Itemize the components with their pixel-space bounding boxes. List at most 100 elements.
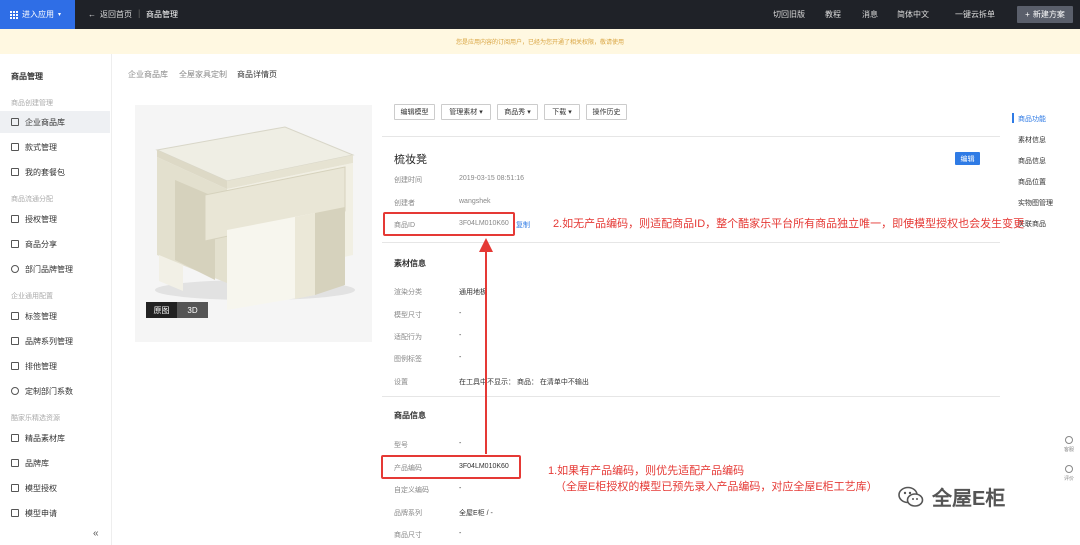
tab-3d[interactable]: 3D xyxy=(177,302,208,318)
model-number-value: - xyxy=(459,440,462,447)
download-dropdown[interactable]: 下载 ▾ xyxy=(544,104,580,120)
switch-old-version-link[interactable]: 切回旧版 xyxy=(773,9,805,20)
language-selector[interactable]: 简体中文 xyxy=(897,9,929,20)
cloud-split-order-label: 一键云拆单 xyxy=(955,10,995,19)
sidebar-item-model-authorization[interactable]: 模型授权 xyxy=(0,477,110,499)
brand-tag-icon xyxy=(11,337,19,345)
exclusion-icon xyxy=(11,362,19,370)
tab-original-image[interactable]: 原图 xyxy=(146,302,177,318)
goods-info-title: 商品信息 xyxy=(394,411,426,420)
goods-size-value: - xyxy=(459,530,462,537)
customer-service-label: 客服 xyxy=(1063,447,1074,453)
plus-icon: + xyxy=(1025,10,1030,19)
custom-code-value: - xyxy=(459,485,462,492)
sidebar-item-label: 精品素材库 xyxy=(25,433,65,443)
sidebar-item-exclusion[interactable]: 排他管理 xyxy=(0,355,110,377)
annotation-note-1-line-1: 1.如果有产品编码，则优先适配产品编码 xyxy=(548,465,745,477)
sidebar-item-enterprise-products[interactable]: 企业商品库 xyxy=(0,111,110,133)
gear-icon xyxy=(11,265,19,273)
sidebar-item-department-brand[interactable]: 部门品牌管理 xyxy=(0,258,110,280)
model-size-value: - xyxy=(459,310,462,317)
right-nav-photo-management[interactable]: 实物图管理 xyxy=(1018,198,1053,208)
sidebar-item-product-share[interactable]: 商品分享 xyxy=(0,233,110,255)
tag-icon xyxy=(11,312,19,320)
fit-behavior-label: 适配行为 xyxy=(394,334,422,341)
creator-label: 创建者 xyxy=(394,200,415,207)
sidebar-item-label: 标签管理 xyxy=(25,311,57,321)
model-icon xyxy=(11,484,19,492)
right-nav-indicator xyxy=(1012,113,1014,123)
product-show-dropdown[interactable]: 商品秀 ▾ xyxy=(497,104,538,120)
list-icon xyxy=(11,118,19,126)
settings-label: 设置 xyxy=(394,379,408,386)
sidebar-item-my-packages[interactable]: 我的套餐包 xyxy=(0,161,110,183)
collapse-sidebar-button[interactable]: « xyxy=(93,528,99,539)
feedback-label: 评价 xyxy=(1063,476,1074,482)
product-name: 梳妆凳 xyxy=(394,154,427,166)
sidebar-item-authorization[interactable]: 授权管理 xyxy=(0,208,110,230)
goods-size-label: 商品尺寸 xyxy=(394,532,422,539)
watermark-text: 全屋E柜 xyxy=(932,488,1006,510)
sidebar-item-model-request[interactable]: 模型申请 xyxy=(0,502,110,524)
notice-bar: 您是应用内容的订阅用户，已经为您开通了相关权限，敬请使用 xyxy=(0,29,1080,54)
customer-service-button[interactable]: 客服 xyxy=(1062,436,1076,453)
sidebar-item-label: 品牌库 xyxy=(25,458,49,468)
new-plan-label: 新建方案 xyxy=(1032,10,1065,19)
sidebar-item-style-management[interactable]: 款式管理 xyxy=(0,136,110,158)
sidebar-item-brand-series[interactable]: 品牌系列管理 xyxy=(0,330,110,352)
divider xyxy=(382,136,1000,137)
sidebar-item-premium-materials[interactable]: 精品素材库 xyxy=(0,427,110,449)
right-nav-goods-location[interactable]: 商品位置 xyxy=(1018,177,1046,187)
render-category-label: 渲染分类 xyxy=(394,289,422,296)
sidebar-item-tag-management[interactable]: 标签管理 xyxy=(0,305,110,327)
back-home-link[interactable]: ← 返回首页 xyxy=(88,9,132,20)
top-bar: 进入应用 ▾ ← 返回首页 | 商品管理 切回旧版 教程 消息 简体中文 一键云… xyxy=(0,0,1080,29)
edit-model-button[interactable]: 编辑模型 xyxy=(394,104,435,120)
cloud-split-order-link[interactable]: 一键云拆单 xyxy=(955,9,995,20)
style-icon xyxy=(11,143,19,151)
right-nav-material-info[interactable]: 素材信息 xyxy=(1018,135,1046,145)
breadcrumb-category[interactable]: 全屋家具定制 xyxy=(179,69,227,80)
operation-history-button[interactable]: 操作历史 xyxy=(586,104,627,120)
legend-tag-value: - xyxy=(459,354,462,361)
new-plan-button[interactable]: + 新建方案 xyxy=(1017,6,1073,23)
smile-icon xyxy=(1065,465,1073,473)
sidebar-item-department-coefficient[interactable]: 定制部门系数 xyxy=(0,380,110,402)
sidebar-item-label: 企业商品库 xyxy=(25,117,65,127)
right-nav-product-functions[interactable]: 商品功能 xyxy=(1018,114,1046,124)
sidebar-item-label: 我的套餐包 xyxy=(25,167,65,177)
sidebar-item-brand-library[interactable]: 品牌库 xyxy=(0,452,110,474)
headset-icon xyxy=(1065,436,1073,444)
back-home-label: 返回首页 xyxy=(100,10,132,19)
notice-text: 您是应用内容的订阅用户，已经为您开通了相关权限，敬请使用 xyxy=(455,40,624,46)
edit-product-button[interactable]: 编辑 xyxy=(955,152,980,165)
sidebar-item-label: 排他管理 xyxy=(25,361,57,371)
sidebar-group-label: 商品流通分配 xyxy=(11,196,53,203)
creator-value: wangshek xyxy=(459,198,491,205)
tutorial-link[interactable]: 教程 xyxy=(825,9,841,20)
image-view-tabs: 原图 3D xyxy=(146,302,208,318)
messages-link[interactable]: 消息 xyxy=(862,9,878,20)
annotation-arrow xyxy=(479,238,493,454)
breadcrumb-enterprise-products[interactable]: 企业商品库 xyxy=(128,69,168,80)
brand-series-label: 品牌系列 xyxy=(394,510,422,517)
grid-icon xyxy=(10,10,18,19)
created-time-value: 2019-03-15 08:51:16 xyxy=(459,175,524,182)
page-title: 商品管理 xyxy=(146,10,178,19)
sidebar-title: 商品管理 xyxy=(11,72,43,81)
brand-library-icon xyxy=(11,459,19,467)
manage-materials-dropdown[interactable]: 管理素材 ▾ xyxy=(441,104,491,120)
wechat-icon xyxy=(898,486,924,507)
enter-app-button[interactable]: 进入应用 ▾ xyxy=(0,0,75,29)
annotation-box-product-id xyxy=(383,212,515,236)
sidebar-item-label: 部门品牌管理 xyxy=(25,264,73,274)
sidebar-item-label: 商品分享 xyxy=(25,239,57,249)
sidebar-item-label: 模型授权 xyxy=(25,483,57,493)
right-nav-goods-info[interactable]: 商品信息 xyxy=(1018,156,1046,166)
caret-down-icon: ▾ xyxy=(58,12,62,18)
feedback-button[interactable]: 评价 xyxy=(1062,465,1076,482)
annotation-note-2: 2.如无产品编码，则适配商品ID，整个酷家乐平台所有商品独立唯一，即使模型授权也… xyxy=(553,218,1025,230)
copy-id-link[interactable]: 复制 xyxy=(516,220,530,230)
sidebar-item-label: 授权管理 xyxy=(25,214,57,224)
separator: | xyxy=(138,8,141,18)
